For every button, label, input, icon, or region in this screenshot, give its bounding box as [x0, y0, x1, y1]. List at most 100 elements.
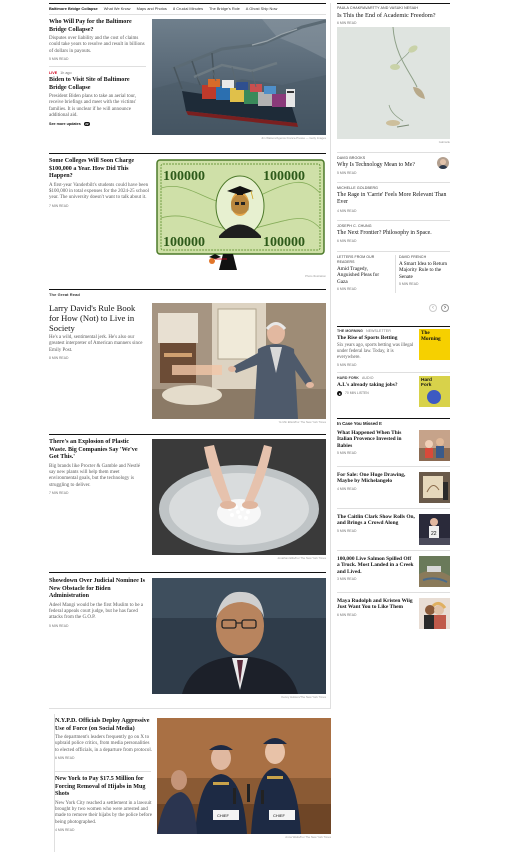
byline: Paula Chakravartty and Vasuki Nesiah — [337, 6, 419, 10]
missed-section-title[interactable]: In Case You Missed It — [337, 421, 382, 426]
headline[interactable]: The Caitlin Clark Show Rolls On, and Bri… — [337, 514, 415, 527]
missed-thumb-caitlin-clark[interactable]: 22 — [419, 514, 450, 545]
svg-text:22: 22 — [431, 531, 437, 537]
section-kicker[interactable]: The Great Read — [49, 292, 80, 297]
play-icon[interactable] — [337, 391, 342, 397]
story-judicial-nominee[interactable]: Showdown Over Judicial Nominee Is New Ob… — [49, 578, 147, 629]
story-plastic-waste[interactable]: There's an Explosion of Plastic Waste. B… — [49, 439, 147, 496]
nypd-press-conference-photo[interactable]: CHIEF CHIEF — [157, 718, 331, 834]
summary: Adeel Mangi would be the first Muslim to… — [49, 602, 144, 621]
story-biden-visit[interactable]: LIVE 1h ago Biden to Visit Site of Balti… — [49, 71, 147, 127]
photo-credit: Ye Min Elliott/For The New York Times — [278, 420, 326, 424]
svg-text:100000: 100000 — [163, 169, 205, 184]
story-college-cost[interactable]: Some Colleges Will Soon Charge $100,000 … — [49, 158, 149, 209]
headline[interactable]: Some Colleges Will Soon Charge $100,000 … — [49, 158, 149, 181]
hard-fork-tile[interactable]: Hard Fork — [419, 376, 450, 407]
missed-item[interactable]: For Sale: One Huge Drawing, Maybe by Mic… — [337, 472, 415, 492]
headline[interactable]: The Rise of Sports Betting — [337, 335, 415, 341]
read-time: 5 MIN READ — [399, 281, 419, 286]
missed-item[interactable]: The Caitlin Clark Show Rolls On, and Bri… — [337, 514, 415, 534]
byline: Letters From Our Readers — [337, 255, 375, 264]
headline[interactable]: Maya Rudolph and Kristen Wiig Just Want … — [337, 598, 415, 611]
story-hijab-settlement[interactable]: New York to Pay $17.5 Million for Forcin… — [55, 776, 152, 833]
podcast-promo[interactable]: Hard Fork Audio A.I.'s already taking jo… — [337, 376, 415, 397]
missed-item[interactable]: What Happened When This Italian Provence… — [337, 430, 415, 456]
headline[interactable]: What Happened When This Italian Provence… — [337, 430, 415, 449]
read-time: 5 MIN READ — [337, 528, 357, 533]
byline: Michelle Goldberg — [337, 186, 379, 190]
carousel-next-button[interactable]: › — [441, 304, 449, 312]
headline[interactable]: A.I.'s already taking jobs? — [337, 382, 415, 388]
opinion-lead[interactable]: Paula Chakravartty and Vasuki Nesiah Is … — [337, 6, 450, 26]
missed-thumb-italy[interactable] — [419, 430, 450, 461]
headline[interactable]: A Smart Idea to Return Majority Rule to … — [399, 261, 450, 280]
opinion-item-letters[interactable]: Letters From Our Readers Amid Tragedy, A… — [337, 255, 391, 292]
byline: David Brooks — [337, 156, 366, 160]
missed-thumb-rudolph-wiig[interactable] — [419, 598, 450, 629]
summary: He's a wild, sentimental jerk. He's also… — [49, 335, 143, 353]
missed-item[interactable]: 100,000 Live Salmon Spilled Off a Truck.… — [337, 556, 415, 582]
newsletter-tag: The Morning — [337, 329, 363, 333]
newsletter-promo[interactable]: The Morning Newsletter The Rise of Sport… — [337, 329, 415, 368]
read-time: 5 MIN READ — [337, 171, 357, 176]
headline[interactable]: Larry David's Rule Book for How (Not) to… — [49, 303, 147, 333]
larry-david-photo[interactable] — [152, 303, 326, 419]
carousel-prev-button[interactable]: ‹ — [429, 304, 437, 312]
the-morning-tile[interactable]: The Morning — [419, 329, 450, 360]
topic-nav-item[interactable]: A Ghost Ship Now — [246, 6, 278, 11]
summary: Big brands like Procter & Gamble and Nes… — [49, 463, 140, 488]
opinion-item-brooks[interactable]: David Brooks Why Is Technology Mean to M… — [337, 156, 432, 176]
topic-nav-item[interactable]: What We Know — [104, 6, 131, 11]
missed-thumb-drawing[interactable] — [419, 472, 450, 503]
opinion-lead-illustration[interactable] — [337, 27, 450, 139]
summary: Six years ago, sports betting was illega… — [337, 343, 414, 361]
plastic-pellets-photo[interactable] — [152, 439, 326, 555]
summary: Disputes over liability and the cost of … — [49, 36, 145, 54]
see-more-updates-link[interactable]: See more updates — [49, 122, 81, 126]
svg-text:100000: 100000 — [263, 235, 305, 250]
opinion-item-french[interactable]: David French A Smart Idea to Return Majo… — [399, 255, 450, 287]
read-time: 6 MIN READ — [337, 239, 357, 244]
headline[interactable]: New York to Pay $17.5 Million for Forcin… — [55, 776, 152, 799]
headline[interactable]: Why Is Technology Mean to Me? — [337, 162, 432, 169]
topic-nav-item[interactable]: 8 Crucial Minutes — [173, 6, 203, 11]
missed-thumb-salmon[interactable] — [419, 556, 450, 587]
headline[interactable]: Showdown Over Judicial Nominee Is New Ob… — [49, 578, 147, 601]
topic-nav-item[interactable]: Maps and Photos — [137, 6, 167, 11]
topic-nav-item[interactable]: The Bridge's Role — [209, 6, 240, 11]
headline[interactable]: Is This the End of Academic Freedom? — [337, 12, 450, 19]
headline[interactable]: For Sale: One Huge Drawing, Maybe by Mic… — [337, 472, 415, 485]
headline[interactable]: Who Will Pay for the Baltimore Bridge Co… — [49, 19, 147, 34]
headline[interactable]: The Next Frontier? Philosophy in Space. — [337, 230, 450, 237]
headline[interactable]: There's an Explosion of Plastic Waste. B… — [49, 439, 147, 462]
read-time: 5 MIN READ — [337, 451, 357, 456]
opinion-item-goldberg[interactable]: Michelle Goldberg The Rage in 'Carrie' F… — [337, 186, 450, 214]
hundred-thousand-bill-illustration[interactable]: 100000 100000 100000 100000 — [155, 158, 326, 272]
byline: David French — [399, 255, 427, 259]
read-time: 4 MIN READ — [55, 827, 75, 832]
bridge-collapse-photo[interactable] — [152, 19, 326, 135]
missed-item[interactable]: Maya Rudolph and Kristen Wiig Just Want … — [337, 598, 415, 618]
read-time: 4 MIN READ — [337, 486, 357, 491]
headline[interactable]: 100,000 Live Salmon Spilled Off a Truck.… — [337, 556, 415, 575]
read-time: 6 MIN READ — [337, 286, 357, 291]
opinion-item-space[interactable]: Joseph C. Chung The Next Frontier? Philo… — [337, 224, 450, 244]
headline[interactable]: N.Y.P.D. Officials Deploy Aggressive Use… — [55, 718, 152, 733]
headline[interactable]: The Rage in 'Carrie' Feels More Relevant… — [337, 192, 450, 207]
read-time: 6 MIN READ — [337, 612, 357, 617]
tile-label: Hard Fork — [421, 378, 432, 388]
name-plate-text: CHIEF — [273, 813, 286, 818]
headline[interactable]: Amid Tragedy, Anguished Pleas for Gaza — [337, 266, 391, 285]
headline[interactable]: Biden to Visit Site of Baltimore Bridge … — [49, 77, 147, 92]
svg-text:100000: 100000 — [163, 235, 205, 250]
topic-nav-lead[interactable]: Baltimore Bridge Collapse — [49, 6, 98, 11]
story-bridge-pay[interactable]: Who Will Pay for the Baltimore Bridge Co… — [49, 19, 147, 62]
read-time: 5 MIN READ — [337, 363, 357, 368]
photo-credit: Gabrielle — [438, 140, 450, 144]
read-time: 7 MIN READ — [49, 203, 69, 208]
adeel-mangi-photo[interactable] — [152, 578, 326, 694]
story-larry-david[interactable]: Larry David's Rule Book for How (Not) to… — [49, 303, 147, 361]
photo-credit: Anna Watts/For The New York Times — [285, 835, 331, 839]
story-nypd-social[interactable]: N.Y.P.D. Officials Deploy Aggressive Use… — [55, 718, 152, 761]
topic-nav: Baltimore Bridge Collapse What We Know M… — [49, 6, 329, 13]
